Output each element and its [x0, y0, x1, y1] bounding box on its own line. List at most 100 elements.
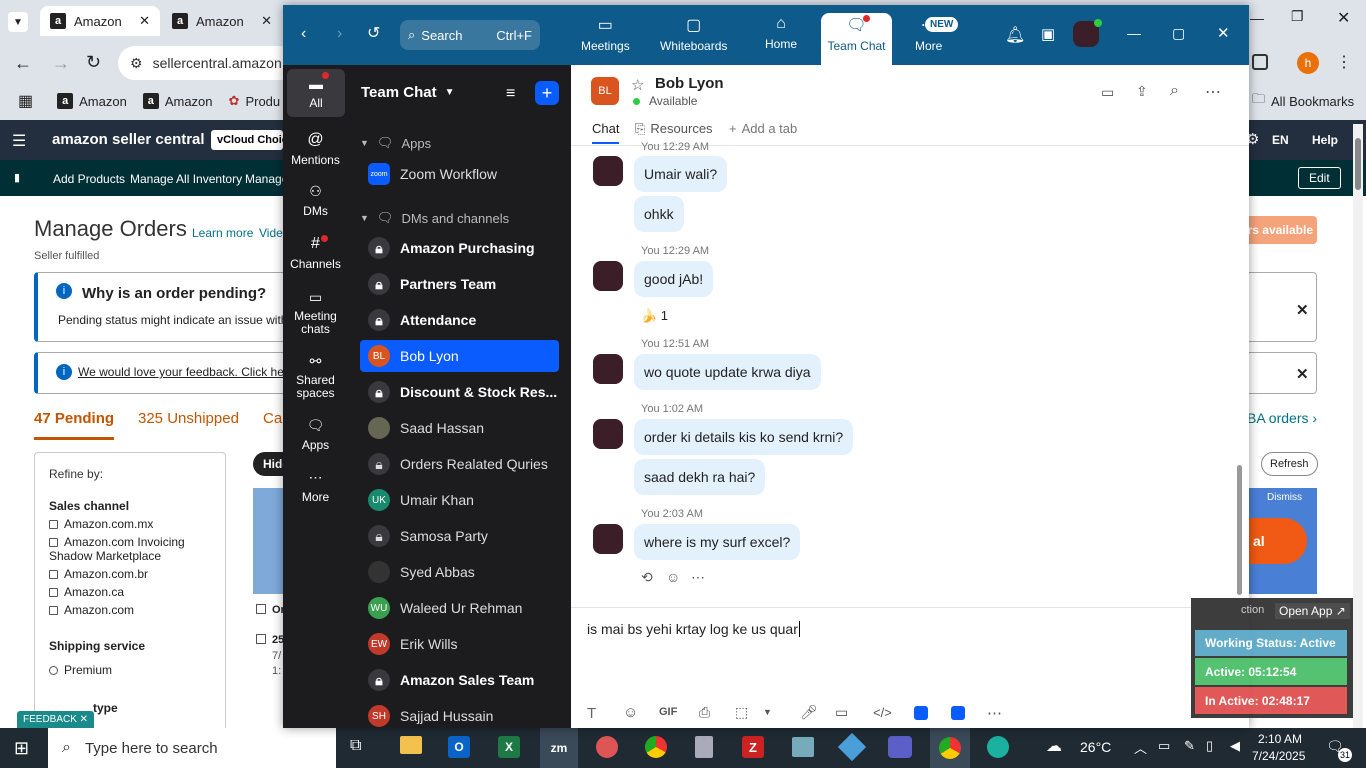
- refresh-button[interactable]: Refresh: [1261, 452, 1318, 476]
- tray-chevron-icon[interactable]: ︿: [1134, 738, 1147, 757]
- app-icon-6[interactable]: [596, 736, 618, 758]
- list-item-amazon-purchasing[interactable]: 🔒︎ Amazon Purchasing: [360, 232, 559, 264]
- app-icon-10[interactable]: [792, 737, 814, 757]
- task-view-icon[interactable]: ⧉: [350, 737, 361, 755]
- all-bookmarks[interactable]: 🗀 All Bookmarks: [1252, 90, 1354, 112]
- reload-button[interactable]: ↻: [86, 52, 101, 73]
- section-dms[interactable]: ▼ 🗨 DMs and channels: [360, 210, 509, 226]
- channel-checkbox-br[interactable]: Amazon.com.br: [49, 567, 211, 581]
- clock-date[interactable]: 7/24/2025: [1252, 749, 1305, 763]
- more-tools-icon[interactable]: ⋯: [987, 704, 1002, 722]
- history-icon[interactable]: ↺: [367, 23, 380, 43]
- scrollbar-thumb[interactable]: [1355, 138, 1361, 190]
- open-app-button[interactable]: Open App ↗: [1275, 603, 1350, 619]
- network-icon[interactable]: ▭: [1158, 738, 1170, 754]
- back-button[interactable]: ←: [14, 53, 32, 74]
- maximize-icon[interactable]: ▢: [1172, 25, 1185, 42]
- fba-orders-link[interactable]: BA orders ›: [1247, 410, 1317, 426]
- more-options-icon[interactable]: ⋯: [1205, 82, 1221, 102]
- volume-icon[interactable]: ◀: [1230, 738, 1240, 754]
- list-item-attendance[interactable]: 🔒︎ Attendance: [360, 304, 559, 336]
- edit-nav-button[interactable]: Edit: [1298, 167, 1341, 189]
- forward-arrow-icon[interactable]: ›: [337, 25, 342, 43]
- list-item-discount-stock[interactable]: 🔒︎ Discount & Stock Res...: [360, 376, 559, 408]
- bookmark-2[interactable]: a Amazon: [142, 93, 213, 109]
- compose-button[interactable]: +: [535, 81, 559, 105]
- page-scrollbar[interactable]: [1353, 124, 1363, 728]
- video-message-icon[interactable]: ▭: [835, 704, 848, 721]
- promo-action-button[interactable]: al: [1249, 518, 1307, 564]
- tab-unshipped[interactable]: 325 Unshipped: [138, 410, 239, 427]
- browser-menu-icon[interactable]: ⋮: [1336, 52, 1352, 72]
- excel-icon[interactable]: X: [498, 736, 520, 758]
- list-item-zoom-workflow[interactable]: zoom Zoom Workflow: [360, 158, 559, 190]
- weather-temp[interactable]: 26°C: [1080, 739, 1111, 755]
- close-icon[interactable]: ✕: [1296, 301, 1309, 319]
- premium-radio[interactable]: Premium: [49, 663, 211, 677]
- message-bubble[interactable]: wo quote update krwa diya: [634, 354, 821, 390]
- teams-icon[interactable]: [888, 736, 912, 758]
- file-icon[interactable]: ⎙: [699, 704, 710, 721]
- channel-checkbox-ca[interactable]: Amazon.ca: [49, 585, 211, 599]
- channel-checkbox-com[interactable]: Amazon.com: [49, 603, 211, 617]
- browser-tab-2[interactable]: a Amazon ✕: [162, 6, 282, 36]
- bookmark-icon[interactable]: ▮: [14, 171, 20, 184]
- list-item-sajjad-hussain[interactable]: SH Sajjad Hussain: [360, 700, 559, 732]
- edge-icon[interactable]: [987, 736, 1009, 758]
- app-integration-icon[interactable]: [914, 706, 928, 720]
- search-icon[interactable]: ⌕: [1170, 82, 1179, 100]
- microphone-icon[interactable]: 🎤︎: [800, 704, 818, 721]
- nav-manage-inventory[interactable]: Manage All Inventory: [130, 172, 242, 186]
- list-item-waleed-ur-rehman[interactable]: WU Waleed Ur Rehman: [360, 592, 559, 624]
- add-reaction-icon[interactable]: ☺: [666, 569, 680, 585]
- tab-whiteboards[interactable]: ▢ Whiteboards: [660, 15, 727, 53]
- tab-list-button[interactable]: ▼: [8, 12, 28, 32]
- calendar-icon[interactable]: ▣: [1041, 25, 1055, 43]
- taskbar-search[interactable]: ⌕ Type here to search: [48, 728, 336, 768]
- hamburger-menu-icon[interactable]: ☰: [12, 131, 26, 151]
- minimize-icon[interactable]: —: [1127, 25, 1141, 41]
- message-bubble[interactable]: ohkk: [634, 196, 684, 232]
- list-item-partners-team[interactable]: 🔒︎ Partners Team: [360, 268, 559, 300]
- reply-icon[interactable]: ⟲: [641, 569, 653, 586]
- rail-apps[interactable]: 🗨 Apps: [283, 417, 348, 452]
- rail-dms[interactable]: ⚇ DMs: [283, 183, 348, 218]
- zoom-app-icon[interactable]: zm: [540, 728, 578, 768]
- contact-avatar[interactable]: BL: [591, 77, 619, 105]
- section-apps[interactable]: ▼ 🗨 Apps: [360, 135, 431, 151]
- chrome-icon[interactable]: [645, 736, 667, 758]
- close-window-icon[interactable]: ✕: [1337, 8, 1350, 28]
- avatar[interactable]: [593, 354, 623, 384]
- file-explorer-icon[interactable]: [400, 736, 422, 754]
- learn-more-link[interactable]: Learn more: [192, 226, 253, 240]
- message-bubble[interactable]: order ki details kis ko send krni?: [634, 419, 854, 455]
- restore-icon[interactable]: ❐: [1291, 8, 1304, 25]
- code-snippet-icon[interactable]: </>: [873, 705, 892, 720]
- message-bubble[interactable]: where is my surf excel?: [634, 524, 801, 560]
- pen-icon[interactable]: ✎: [1184, 738, 1195, 754]
- more-actions-icon[interactable]: ⋯: [691, 569, 705, 586]
- browser-tab-1[interactable]: a Amazon ✕: [40, 6, 160, 36]
- tab-home[interactable]: ⌂ Home: [765, 15, 797, 51]
- clock-time[interactable]: 2:10 AM: [1258, 732, 1302, 746]
- add-tab-button[interactable]: + Add a tab: [729, 121, 797, 136]
- video-call-icon[interactable]: ▭: [1101, 84, 1114, 101]
- close-icon[interactable]: ✕: [261, 13, 272, 29]
- list-item-syed-abbas[interactable]: Syed Abbas: [360, 556, 559, 588]
- list-item-saad-hassan[interactable]: Saad Hassan: [360, 412, 559, 444]
- rail-channels[interactable]: # Channels: [283, 235, 348, 271]
- extensions-icon[interactable]: [1252, 54, 1268, 70]
- compose-input[interactable]: is mai bs yehi krtay log ke us quar: [587, 621, 1187, 645]
- emoji-icon[interactable]: ☺: [623, 704, 638, 721]
- dismiss-link[interactable]: Dismiss: [1267, 492, 1302, 503]
- filter-icon[interactable]: ≡: [506, 85, 515, 103]
- filezilla-icon[interactable]: Z: [742, 736, 764, 758]
- feedback-tab[interactable]: FEEDBACK ✕: [17, 711, 95, 728]
- rail-more[interactable]: ⋯ More: [283, 469, 348, 504]
- offers-available-button[interactable]: rs available: [1249, 216, 1317, 244]
- chrome-icon-2[interactable]: [930, 728, 970, 768]
- panel-header[interactable]: Team Chat ▼: [361, 84, 454, 101]
- tab-canceled[interactable]: Ca: [263, 410, 282, 427]
- rail-all[interactable]: ▬ All: [287, 69, 345, 117]
- star-icon[interactable]: ☆: [631, 76, 644, 94]
